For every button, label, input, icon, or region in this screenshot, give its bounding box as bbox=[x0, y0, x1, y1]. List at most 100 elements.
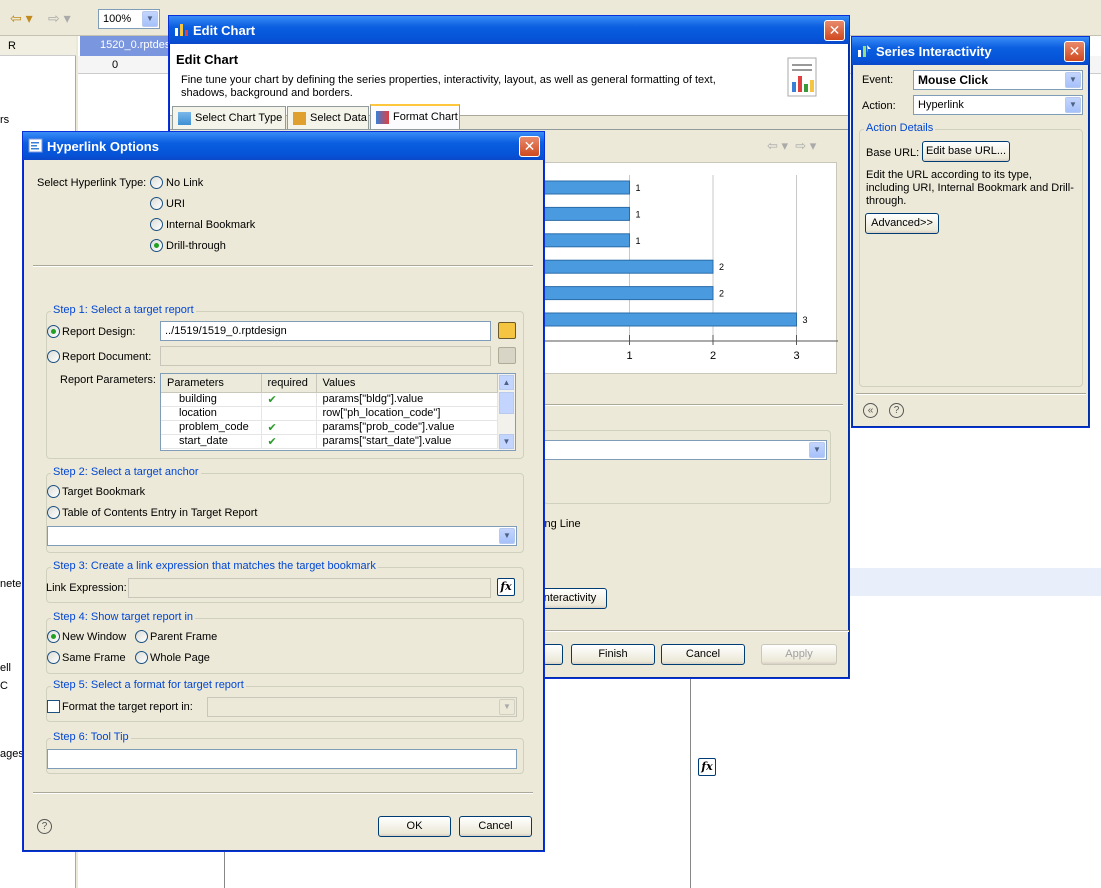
help-icon[interactable]: ? bbox=[889, 403, 904, 418]
chevron-down-icon: ▼ bbox=[499, 528, 515, 544]
event-combo[interactable]: Mouse Click ▼ bbox=[913, 70, 1083, 90]
edit-chart-title: Edit Chart bbox=[193, 23, 256, 38]
scroll-down-icon[interactable]: ▼ bbox=[499, 434, 514, 449]
checkmark-icon: ✔ bbox=[267, 393, 277, 406]
radio-drill-through[interactable] bbox=[150, 239, 163, 252]
report-canvas-border-right bbox=[690, 676, 691, 888]
tab-format-chart[interactable]: Format Chart bbox=[370, 104, 460, 130]
ok-button[interactable]: OK bbox=[378, 816, 451, 837]
bar bbox=[543, 259, 714, 274]
cancel-button[interactable]: Cancel bbox=[459, 816, 532, 837]
cancel-label: Cancel bbox=[478, 820, 513, 832]
zoom-combo[interactable]: 100% ▼ bbox=[98, 9, 160, 29]
fx-icon[interactable]: fx bbox=[698, 758, 716, 776]
param-value: params["start_date"].value bbox=[316, 434, 498, 449]
radio-no-link[interactable] bbox=[150, 176, 163, 189]
apply-button[interactable]: Apply bbox=[761, 644, 837, 665]
table-row[interactable]: location row["ph_location_code"] bbox=[161, 406, 498, 421]
action-label: Action: bbox=[862, 100, 896, 112]
link-expression-field[interactable] bbox=[128, 578, 491, 598]
data-label: 3 bbox=[803, 315, 808, 325]
close-icon[interactable]: ✕ bbox=[519, 136, 540, 157]
table-scrollbar[interactable]: ▲ ▼ bbox=[498, 374, 515, 450]
advanced-button[interactable]: Advanced>> bbox=[865, 213, 939, 234]
parameters-table: Parameters required Values building ✔ para… bbox=[160, 373, 516, 451]
radio-report-design[interactable] bbox=[47, 325, 60, 338]
open-folder-icon[interactable] bbox=[498, 322, 516, 339]
action-combo[interactable]: Hyperlink ▼ bbox=[913, 95, 1083, 115]
step4-group: Step 4: Show target report in bbox=[46, 611, 524, 674]
hyperlink-type-label: Select Hyperlink Type: bbox=[37, 177, 147, 189]
ruler-zero: 0 bbox=[112, 59, 119, 71]
radio-toc-entry[interactable] bbox=[47, 506, 60, 519]
back-button[interactable] bbox=[543, 644, 563, 665]
hyperlink-options-window: Hyperlink Options ✕ Select Hyperlink Typ… bbox=[22, 131, 545, 852]
series-combo[interactable]: ▼ bbox=[543, 440, 827, 460]
edit-chart-description: Fine tune your chart by defining the ser… bbox=[181, 74, 716, 99]
radio-whole-page[interactable] bbox=[135, 651, 148, 664]
radio-target-bookmark[interactable] bbox=[47, 485, 60, 498]
tooltip-field[interactable] bbox=[47, 749, 517, 769]
x-tick-label: 2 bbox=[710, 350, 716, 362]
tab-select-chart-type[interactable]: Select Chart Type bbox=[172, 106, 286, 130]
step5-title: Step 5: Select a format for target repor… bbox=[51, 679, 246, 691]
series-interactivity-titlebar[interactable]: Series Interactivity ✕ bbox=[852, 37, 1089, 65]
report-design-value: ../1519/1519_0.rptdesign bbox=[165, 325, 287, 337]
sorting-line-label: ting Line bbox=[539, 518, 581, 530]
col-values[interactable]: Values bbox=[316, 374, 498, 393]
edit-chart-heading: Edit Chart bbox=[176, 52, 239, 67]
chart-type-icon bbox=[178, 112, 191, 125]
edit-chart-titlebar[interactable]: Edit Chart ✕ bbox=[169, 16, 849, 44]
table-row[interactable]: start_date ✔ params["start_date"].value bbox=[161, 434, 498, 449]
cancel-label: Cancel bbox=[685, 648, 721, 660]
col-required[interactable]: required bbox=[261, 374, 317, 393]
close-icon[interactable]: ✕ bbox=[824, 20, 845, 41]
editor-tab[interactable]: 1520_0.rptdes bbox=[80, 36, 170, 56]
url-help-text: Edit the URL according to its type, incl… bbox=[866, 169, 1074, 207]
chevron-down-icon: ▼ bbox=[809, 442, 825, 458]
forward-arrow-icon[interactable]: ⇨ ▾ bbox=[48, 10, 71, 27]
format-combo[interactable]: ▼ bbox=[207, 697, 517, 717]
radio-same-frame[interactable] bbox=[47, 651, 60, 664]
target-bookmark-label: Target Bookmark bbox=[62, 486, 146, 498]
report-document-field[interactable] bbox=[160, 346, 491, 366]
table-row[interactable]: problem_code ✔ params["prob_code"].value bbox=[161, 420, 498, 435]
radio-internal-bookmark[interactable] bbox=[150, 218, 163, 231]
col-parameters[interactable]: Parameters bbox=[161, 374, 262, 393]
step1-title: Step 1: Select a target report bbox=[51, 304, 196, 316]
scroll-thumb[interactable] bbox=[499, 392, 514, 414]
step6-title: Step 6: Tool Tip bbox=[51, 731, 131, 743]
open-folder-icon[interactable] bbox=[498, 347, 516, 364]
help-icon[interactable]: ? bbox=[37, 819, 52, 834]
step2-title: Step 2: Select a target anchor bbox=[51, 466, 201, 478]
table-row[interactable]: building ✔ params["bldg"].value bbox=[161, 392, 498, 407]
report-design-field[interactable]: ../1519/1519_0.rptdesign bbox=[160, 321, 491, 341]
anchor-combo[interactable]: ▼ bbox=[47, 526, 517, 546]
radio-new-window[interactable] bbox=[47, 630, 60, 643]
hyperlink-options-titlebar[interactable]: Hyperlink Options ✕ bbox=[23, 132, 544, 160]
cancel-button[interactable]: Cancel bbox=[661, 644, 745, 665]
bar-chart: 1234111223 bbox=[543, 175, 883, 362]
collapse-icon[interactable]: « bbox=[863, 403, 878, 418]
scroll-up-icon[interactable]: ▲ bbox=[499, 375, 514, 390]
parent-frame-label: Parent Frame bbox=[150, 631, 218, 643]
left-fragment: rs bbox=[0, 114, 10, 126]
format-report-checkbox[interactable] bbox=[47, 700, 60, 713]
separator bbox=[543, 404, 843, 406]
close-icon[interactable]: ✕ bbox=[1064, 41, 1085, 62]
same-frame-label: Same Frame bbox=[62, 652, 126, 664]
radio-report-document[interactable] bbox=[47, 350, 60, 363]
x-tick-label: 3 bbox=[793, 350, 799, 362]
separator bbox=[33, 265, 533, 267]
edit-base-url-button[interactable]: Edit base URL... bbox=[922, 141, 1010, 162]
radio-parent-frame[interactable] bbox=[135, 630, 148, 643]
tab-select-data[interactable]: Select Data bbox=[287, 106, 369, 130]
back-arrow-icon[interactable]: ⇦ ▾ bbox=[10, 10, 33, 27]
step3-title: Step 3: Create a link expression that ma… bbox=[51, 560, 378, 572]
x-tick-label: 1 bbox=[626, 350, 632, 362]
nav-arrows-icon[interactable]: ⇦ ▾ ⇨ ▾ bbox=[767, 138, 816, 154]
param-name: start_date bbox=[161, 434, 262, 449]
radio-uri[interactable] bbox=[150, 197, 163, 210]
fx-icon[interactable]: fx bbox=[497, 578, 515, 596]
finish-button[interactable]: Finish bbox=[571, 644, 655, 665]
